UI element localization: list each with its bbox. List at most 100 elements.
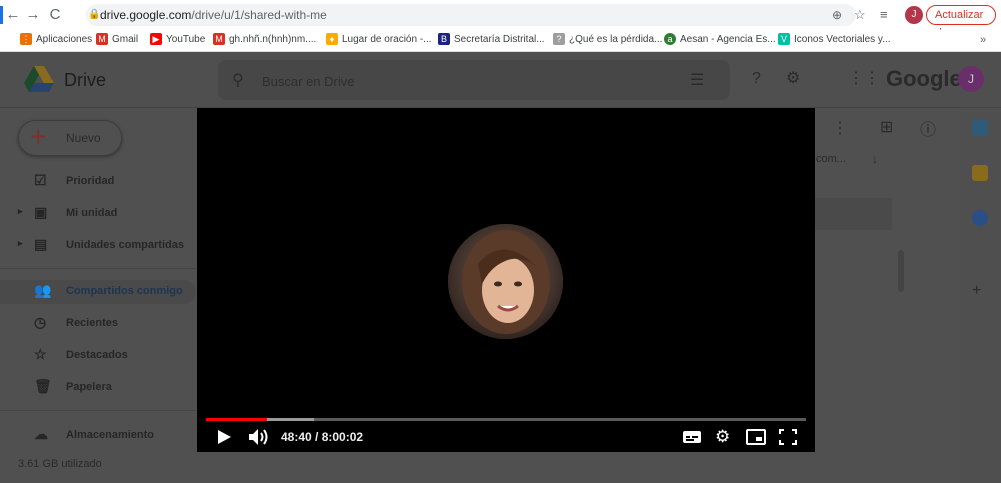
expand-arrow-icon[interactable]: ▸ bbox=[18, 238, 23, 249]
help-icon[interactable]: ? bbox=[752, 70, 761, 88]
time-display: 48:40 / 8:00:02 bbox=[281, 430, 364, 444]
tasks-icon[interactable] bbox=[972, 210, 988, 226]
nav-item-shared-drives[interactable]: ▸ ▤ Unidades compartidas bbox=[0, 234, 196, 258]
bookmark-label: ¿Qué es la pérdida... bbox=[569, 33, 663, 45]
settings-gear-icon[interactable]: ⚙ bbox=[786, 68, 800, 88]
account-avatar[interactable]: J bbox=[958, 66, 984, 92]
new-label: Nuevo bbox=[66, 131, 101, 145]
bookmark-gmail-2[interactable]: Mgh.nhñ.n(hnh)nm.... bbox=[213, 33, 316, 45]
storage-used-text: 3.61 GB utilizado bbox=[18, 458, 102, 470]
clock-icon: ◷ bbox=[34, 314, 47, 330]
bookmark-label: Secretaría Distrital... bbox=[454, 33, 545, 45]
subtitles-icon[interactable] bbox=[682, 428, 702, 446]
zoom-icon[interactable]: ⊕ bbox=[832, 8, 842, 22]
shared-with-me-icon: 👥 bbox=[34, 282, 52, 298]
play-icon[interactable] bbox=[216, 429, 232, 445]
forward-arrow-icon[interactable]: → bbox=[24, 6, 42, 24]
expand-arrow-icon[interactable]: ▸ bbox=[18, 206, 23, 217]
more-bookmarks-icon[interactable]: » bbox=[980, 34, 986, 46]
sort-arrow-icon[interactable]: ↓ bbox=[872, 152, 878, 166]
google-brand: Google bbox=[886, 66, 962, 91]
search-placeholder: Buscar en Drive bbox=[262, 74, 355, 89]
flame-icon: ♦ bbox=[326, 33, 338, 45]
nav-label: Compartidos conmigo bbox=[66, 285, 183, 297]
nav-label: Papelera bbox=[66, 381, 112, 393]
keep-icon[interactable] bbox=[972, 165, 988, 181]
page-icon: ? bbox=[553, 33, 565, 45]
nav-item-trash[interactable]: 🗑 Papelera bbox=[0, 376, 196, 400]
grid-view-icon[interactable]: ⊞ bbox=[880, 117, 893, 137]
update-button[interactable]: Actualizar ⋮ bbox=[926, 5, 996, 39]
drive-logo-icon[interactable] bbox=[24, 66, 54, 92]
reload-icon[interactable]: C bbox=[46, 6, 64, 24]
nav-item-storage[interactable]: ☁ Almacenamiento bbox=[0, 424, 196, 448]
portrait-image bbox=[448, 224, 563, 339]
update-label: Actualizar bbox=[935, 9, 984, 21]
bookmark-gmail[interactable]: M Gmail bbox=[96, 33, 138, 45]
lock-icon: 🔒 bbox=[88, 9, 101, 20]
back-arrow-icon[interactable]: ← bbox=[4, 6, 22, 24]
bookmark-label: gh.nhñ.n(hnh)nm.... bbox=[229, 33, 317, 45]
url-text[interactable]: drive.google.com/drive/u/1/shared-with-m… bbox=[100, 8, 327, 22]
window-accent bbox=[0, 6, 3, 24]
nav-label: Recientes bbox=[66, 317, 118, 329]
url-host: drive.google.com bbox=[100, 8, 192, 22]
bookmark-youtube[interactable]: ▶ YouTube bbox=[150, 33, 205, 45]
settings-icon[interactable]: ⚙ bbox=[715, 428, 735, 446]
bookmark-aesan[interactable]: a Aesan - Agencia Es... bbox=[664, 33, 776, 45]
check-circle-icon: ☑ bbox=[34, 172, 47, 188]
nav-item-shared-with-me[interactable]: 👥 Compartidos conmigo bbox=[0, 280, 196, 304]
add-addon-icon[interactable]: + bbox=[972, 282, 981, 300]
bookmark-label: Iconos Vectoriales y... bbox=[794, 33, 891, 45]
info-icon[interactable]: ⓘ bbox=[920, 116, 936, 140]
bookmark-secretaria[interactable]: B Secretaría Distrital... bbox=[438, 33, 545, 45]
selected-row[interactable] bbox=[815, 198, 892, 230]
bookmark-label: Gmail bbox=[112, 33, 139, 45]
video-thumbnail-portrait bbox=[448, 224, 563, 339]
nav-label: Unidades compartidas bbox=[66, 239, 184, 251]
column-header-date[interactable]: com... bbox=[816, 153, 846, 165]
more-vert-icon[interactable]: ⋮ bbox=[832, 118, 848, 138]
plus-icon: + bbox=[30, 121, 47, 152]
bookmark-label: YouTube bbox=[166, 33, 206, 45]
profile-avatar[interactable]: J bbox=[905, 6, 923, 24]
search-icon[interactable]: ⚲ bbox=[232, 70, 244, 90]
star-icon: ☆ bbox=[34, 346, 47, 362]
cloud-icon: ☁ bbox=[34, 426, 48, 442]
divider bbox=[0, 410, 196, 411]
reading-list-icon[interactable]: ≡ bbox=[880, 7, 888, 22]
scrollbar-thumb[interactable] bbox=[898, 250, 904, 292]
gmail-icon: M bbox=[96, 33, 108, 45]
bookmark-iconos[interactable]: V Iconos Vectoriales y... bbox=[778, 33, 891, 45]
apps-grid-icon[interactable]: ⋮⋮ bbox=[848, 68, 880, 88]
bookmark-label: Aplicaciones bbox=[36, 33, 93, 45]
miniplayer-icon[interactable] bbox=[746, 428, 766, 446]
fullscreen-icon[interactable] bbox=[778, 428, 798, 446]
progress-bar-played[interactable] bbox=[206, 418, 267, 421]
bookmark-apps[interactable]: ⋮ Aplicaciones bbox=[20, 33, 92, 45]
nav-label: Mi unidad bbox=[66, 207, 118, 219]
nav-item-recent[interactable]: ◷ Recientes bbox=[0, 312, 196, 336]
bogota-icon: B bbox=[438, 33, 450, 45]
volume-icon[interactable] bbox=[248, 428, 270, 446]
bookmark-star-icon[interactable]: ☆ bbox=[854, 7, 866, 23]
trash-icon: 🗑 bbox=[34, 378, 52, 394]
gmail-icon: M bbox=[213, 33, 225, 45]
bookmark-perdida[interactable]: ? ¿Qué es la pérdida... bbox=[553, 33, 662, 45]
nav-item-starred[interactable]: ☆ Destacados bbox=[0, 344, 196, 368]
nav-item-my-drive[interactable]: ▸ ▣ Mi unidad bbox=[0, 202, 196, 226]
vector-icon: V bbox=[778, 33, 790, 45]
nav-item-priority[interactable]: ☑ Prioridad bbox=[0, 170, 196, 194]
bookmark-label: Aesan - Agencia Es... bbox=[680, 33, 776, 45]
bookmark-label: Lugar de oración -... bbox=[342, 33, 432, 45]
shared-drives-icon: ▤ bbox=[34, 236, 48, 252]
bookmark-lugar[interactable]: ♦ Lugar de oración -... bbox=[326, 33, 432, 45]
nav-label: Destacados bbox=[66, 349, 128, 361]
nav-label: Prioridad bbox=[66, 175, 115, 187]
drive-title: Drive bbox=[64, 70, 107, 90]
my-drive-icon: ▣ bbox=[34, 204, 48, 220]
calendar-icon[interactable] bbox=[972, 120, 988, 136]
aesan-icon: a bbox=[664, 33, 676, 45]
apps-grid-icon: ⋮ bbox=[20, 33, 32, 45]
filter-options-icon[interactable]: ☰ bbox=[690, 70, 704, 90]
